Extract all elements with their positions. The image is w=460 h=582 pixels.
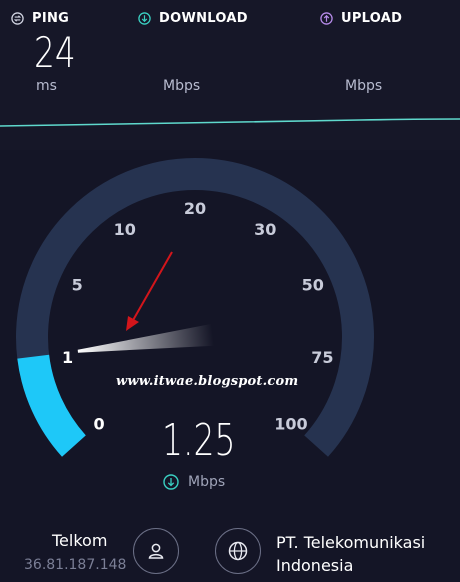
ping-header: PING — [11, 9, 69, 27]
annotation-arrow — [126, 251, 173, 331]
gauge-tick-1: 1 — [62, 348, 73, 367]
download-arrow-icon — [163, 474, 179, 490]
gauge-tick-30: 30 — [254, 220, 276, 239]
gauge-tick-50: 50 — [302, 276, 324, 295]
gauge-tick-100: 100 — [274, 414, 307, 433]
upload-label: UPLOAD — [341, 10, 403, 26]
ping-unit: ms — [36, 78, 57, 94]
current-speed-value: 1.25 — [162, 415, 236, 466]
download-label: DOWNLOAD — [159, 10, 248, 26]
isp-ip-address: 36.81.187.148 — [24, 557, 127, 573]
gauge-tick-75: 75 — [311, 348, 333, 367]
gauge-tick-labels: 0 1 5 10 20 30 50 75 100 — [62, 199, 334, 433]
ping-value: 24 — [34, 28, 76, 77]
globe-icon — [228, 541, 248, 561]
isp-name: Telkom — [52, 531, 108, 550]
download-header: DOWNLOAD — [138, 9, 248, 27]
watermark-text: www.itwae.blogspot.com — [116, 374, 299, 389]
ping-label: PING — [32, 10, 70, 26]
gauge-tick-5: 5 — [72, 276, 83, 295]
upload-unit: Mbps — [345, 78, 383, 94]
download-arrow-icon — [138, 11, 151, 25]
gauge-needle — [77, 323, 215, 353]
change-server-button[interactable] — [215, 528, 261, 574]
speed-history-line — [0, 118, 460, 127]
gauge-tick-10: 10 — [114, 220, 136, 239]
gauge-tick-20: 20 — [184, 199, 206, 218]
ping-icon — [11, 11, 24, 25]
results-header: PING DOWNLOAD UPLOAD 24 ms Mbps Mbps — [0, 0, 460, 150]
gauge-tick-0: 0 — [94, 414, 105, 433]
upload-arrow-icon — [320, 11, 333, 25]
upload-header: UPLOAD — [320, 9, 402, 27]
server-name-line1: PT. Telekomunikasi — [276, 533, 426, 552]
current-speed-unit-label: Mbps — [188, 474, 226, 490]
server-name: PT. Telekomunikasi Indonesia — [276, 531, 425, 577]
change-isp-button[interactable] — [133, 528, 179, 574]
server-name-line2: Indonesia — [276, 556, 354, 575]
download-unit: Mbps — [163, 78, 201, 94]
user-icon — [148, 543, 164, 559]
gauge-progress — [17, 354, 87, 457]
current-speed-unit: Mbps — [163, 474, 225, 490]
